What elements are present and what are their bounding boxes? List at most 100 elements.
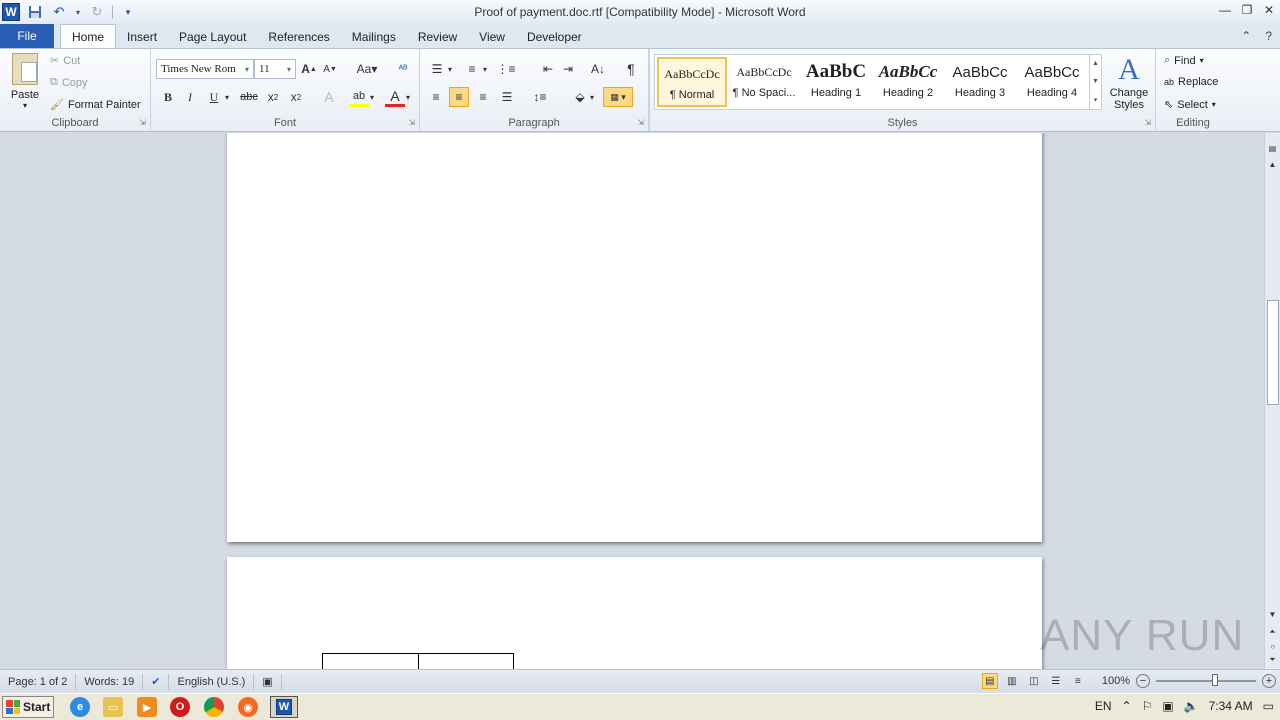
highlight-icon[interactable]: ab (349, 87, 369, 107)
zoom-level[interactable]: 100% (1102, 675, 1130, 687)
scroll-down-icon[interactable]: ▼ (1265, 607, 1280, 621)
grow-font-icon[interactable]: A ▲ (299, 59, 319, 79)
underline-icon[interactable]: U (204, 87, 224, 107)
flag-icon[interactable]: ⚐ (1142, 699, 1153, 713)
vertical-scrollbar[interactable]: ▤ ▲ ▼ ⏶ ○ ⏷ (1264, 133, 1280, 669)
underline-dropdown-icon[interactable]: ▾ (222, 87, 232, 107)
font-size-dropdown-icon[interactable]: ▾ (287, 65, 291, 74)
zoom-in-icon[interactable]: + (1262, 674, 1276, 688)
help-icon[interactable]: ? (1265, 29, 1272, 43)
font-color-dropdown-icon[interactable]: ▾ (403, 87, 413, 107)
tray-expand-icon[interactable]: ⌃ (1122, 699, 1132, 713)
volume-icon[interactable]: 🔈 (1184, 699, 1199, 713)
start-button[interactable]: Start (2, 696, 54, 718)
tab-review[interactable]: Review (407, 26, 468, 48)
ruler-toggle-icon[interactable]: ▤ (1265, 141, 1280, 155)
previous-page-icon[interactable]: ⏶ (1265, 625, 1280, 639)
scroll-up-icon[interactable]: ▲ (1265, 157, 1280, 171)
clock[interactable]: 7:34 AM (1209, 699, 1253, 713)
superscript-icon[interactable]: x2 (286, 87, 306, 107)
proofing-icon[interactable]: ✔ (143, 673, 170, 690)
paste-button[interactable]: Paste ▾ (8, 53, 42, 110)
scrollbar-thumb[interactable] (1267, 300, 1279, 405)
taskbar-word-button[interactable]: W (270, 696, 298, 718)
justify-icon[interactable]: ☰ (497, 87, 517, 107)
italic-icon[interactable]: I (180, 87, 200, 107)
shrink-font-icon[interactable]: A ▼ (320, 59, 340, 79)
clipboard-launcher-icon[interactable]: ⇲ (139, 118, 146, 127)
chrome-icon[interactable] (204, 697, 224, 717)
network-icon[interactable]: ▣ (1162, 699, 1173, 713)
web-layout-view-icon[interactable]: ◫ (1026, 673, 1042, 689)
opera-icon[interactable]: O (170, 697, 190, 717)
tab-view[interactable]: View (468, 26, 516, 48)
increase-indent-icon[interactable]: ⇥ (558, 59, 578, 79)
language-indicator[interactable]: English (U.S.) (169, 673, 255, 690)
print-layout-view-icon[interactable]: ▤ (981, 673, 998, 689)
restore-button[interactable]: ❐ (1236, 0, 1258, 20)
select-browse-object-icon[interactable]: ○ (1265, 639, 1280, 653)
page-count[interactable]: Page: 1 of 2 (0, 673, 77, 690)
align-left-icon[interactable]: ≡ (426, 87, 446, 107)
firefox-icon[interactable]: ◉ (238, 697, 258, 717)
show-formatting-marks-icon[interactable]: ¶ (621, 59, 641, 79)
strikethrough-icon[interactable]: abc (239, 87, 259, 107)
paragraph-launcher-icon[interactable]: ⇲ (637, 118, 644, 127)
explorer-icon[interactable]: ▭ (103, 697, 123, 717)
ie-icon[interactable]: e (70, 697, 90, 717)
text-effects-icon[interactable]: A (319, 87, 339, 107)
document-page-1[interactable] (227, 133, 1042, 542)
next-page-icon[interactable]: ⏷ (1265, 653, 1280, 667)
minimize-button[interactable]: — (1214, 0, 1236, 20)
show-desktop-icon[interactable]: ▭ (1263, 699, 1274, 713)
font-name-dropdown-icon[interactable]: ▾ (245, 65, 249, 74)
zoom-slider-thumb[interactable] (1212, 674, 1218, 686)
word-count[interactable]: Words: 19 (76, 673, 144, 690)
change-case-icon[interactable]: Aa▾ (353, 59, 381, 79)
bullets-icon[interactable]: ☰ (427, 59, 447, 79)
shading-icon[interactable]: ⬙ (570, 87, 590, 107)
shading-dropdown-icon[interactable]: ▾ (588, 87, 596, 107)
document-page-2[interactable] (227, 557, 1042, 669)
table-cell[interactable] (418, 653, 514, 669)
word-app-icon[interactable]: W (2, 3, 20, 21)
tab-references[interactable]: References (257, 26, 340, 48)
tab-mailings[interactable]: Mailings (341, 26, 407, 48)
line-spacing-icon[interactable]: ↕≡ (530, 87, 550, 107)
tab-developer[interactable]: Developer (516, 26, 593, 48)
bold-icon[interactable]: B (158, 87, 178, 107)
cut-button[interactable]: ✂ Cut (50, 54, 80, 68)
borders-icon[interactable]: ▦ ▾ (603, 87, 633, 107)
save-icon[interactable] (26, 3, 44, 21)
table-cell[interactable] (322, 653, 419, 669)
undo-dropdown-icon[interactable]: ▾ (74, 3, 82, 21)
multilevel-list-icon[interactable]: ⋮≡ (496, 59, 516, 79)
copy-button[interactable]: ⧉ Copy (50, 76, 88, 89)
paste-dropdown-icon[interactable]: ▾ (8, 101, 42, 110)
font-name-combo[interactable]: Times New Rom ▾ (156, 59, 254, 79)
decrease-indent-icon[interactable]: ⇤ (538, 59, 558, 79)
font-size-combo[interactable]: 11 ▾ (254, 59, 296, 79)
clear-formatting-icon[interactable]: ᴬᴮ (393, 59, 413, 79)
language-tray[interactable]: EN (1095, 699, 1112, 713)
full-screen-reading-icon[interactable]: ▥ (1004, 673, 1020, 689)
tab-file[interactable]: File (0, 24, 54, 48)
subscript-icon[interactable]: x2 (263, 87, 283, 107)
close-button[interactable]: ✕ (1258, 0, 1280, 20)
customize-qat-icon[interactable]: ▾ (119, 3, 137, 21)
redo-icon[interactable]: ↻ (88, 3, 106, 21)
undo-icon[interactable]: ↶ (50, 3, 68, 21)
font-launcher-icon[interactable]: ⇲ (408, 118, 415, 127)
styles-launcher-icon[interactable]: ⇲ (1144, 118, 1151, 127)
numbering-icon[interactable]: ≡ (462, 59, 482, 79)
tab-insert[interactable]: Insert (116, 26, 168, 48)
minimize-ribbon-icon[interactable]: ⌃ (1241, 29, 1251, 43)
outline-view-icon[interactable]: ☰ (1048, 673, 1064, 689)
media-player-icon[interactable]: ▶ (137, 697, 157, 717)
macro-recording-icon[interactable]: ▣ (254, 673, 282, 690)
draft-view-icon[interactable]: ≡ (1070, 673, 1086, 689)
tab-page-layout[interactable]: Page Layout (168, 26, 257, 48)
align-right-icon[interactable]: ≡ (473, 87, 493, 107)
numbering-dropdown-icon[interactable]: ▾ (481, 59, 489, 79)
zoom-out-icon[interactable]: − (1136, 674, 1150, 688)
